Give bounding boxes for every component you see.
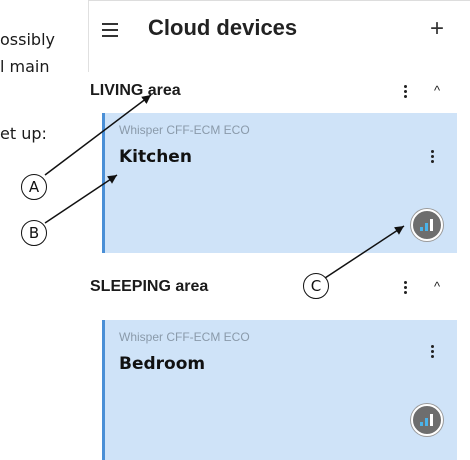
page-title: Cloud devices [148, 15, 298, 40]
manual-text-line-2: l main [0, 57, 50, 76]
device-model: Whisper CFF-ECM ECO [119, 123, 250, 137]
section-title: SLEEPING area [90, 278, 209, 295]
device-model: Whisper CFF-ECM ECO [119, 330, 250, 344]
manual-text-line-3: et up: [0, 124, 47, 143]
callout-b: B [21, 220, 47, 246]
section-header-living: LIVING area ^ [88, 78, 470, 108]
cloud-devices-panel: Cloud devices + LIVING area ^ Whisper CF… [88, 0, 470, 460]
device-name: Kitchen [119, 147, 192, 167]
menu-icon[interactable] [102, 19, 124, 41]
section-more-options-icon[interactable] [402, 280, 408, 296]
callout-a: A [21, 174, 47, 200]
device-card-bedroom[interactable]: Whisper CFF-ECM ECO Bedroom [102, 320, 457, 460]
device-more-options-icon[interactable] [429, 149, 435, 165]
device-name: Bedroom [119, 354, 206, 374]
device-card-kitchen[interactable]: Whisper CFF-ECM ECO Kitchen [102, 113, 457, 253]
collapse-caret-icon[interactable]: ^ [434, 83, 440, 98]
app-header: Cloud devices + [88, 0, 470, 63]
callout-c: C [303, 273, 329, 299]
manual-text-line-1: ossibly [0, 30, 55, 49]
device-more-options-icon[interactable] [429, 344, 435, 360]
section-header-sleeping: SLEEPING area ^ [88, 274, 470, 304]
add-device-button[interactable]: + [430, 15, 444, 43]
signal-strength-icon [411, 404, 443, 436]
signal-strength-icon [411, 209, 443, 241]
section-more-options-icon[interactable] [402, 84, 408, 100]
section-title: LIVING area [90, 82, 181, 99]
collapse-caret-icon[interactable]: ^ [434, 279, 440, 294]
